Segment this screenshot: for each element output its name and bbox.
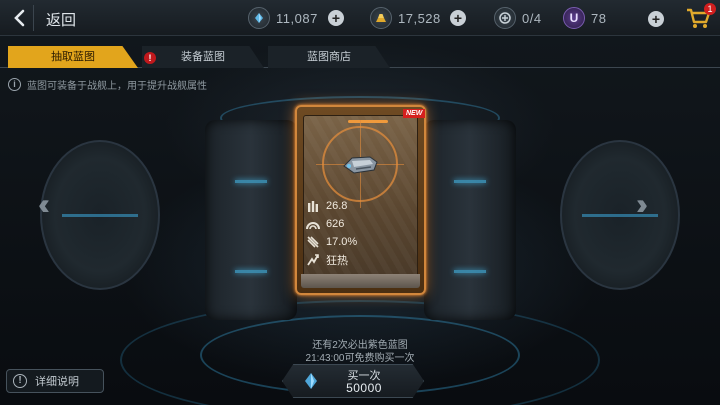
crystal-icon <box>305 373 317 389</box>
tab-bar: 抽取蓝图 装备蓝图 蓝图商店 <box>0 46 720 68</box>
u-currency: U 78 <box>563 6 643 30</box>
card-top-strip <box>348 120 388 123</box>
right-pillar <box>424 120 516 320</box>
ammo-icon <box>306 199 320 213</box>
gold-value: 17,528 <box>398 10 441 26</box>
stat-attack: 26.8 <box>306 198 347 214</box>
buy-once-price: 50000 <box>346 381 382 395</box>
crystal-icon <box>248 7 270 29</box>
question-icon: ! <box>13 374 27 388</box>
tab-blueprint-shop[interactable]: 蓝图商店 <box>268 46 390 68</box>
info-text: 蓝图可装备于战舰上，用于提升战舰属性 <box>27 80 207 92</box>
shield-arc-icon <box>306 217 320 231</box>
blueprint-slots-value: 0/4 <box>522 10 542 26</box>
info-row: i 蓝图可装备于战舰上，用于提升战舰属性 <box>8 77 207 92</box>
gold-resource: 17,528 + <box>370 6 466 30</box>
u-currency-add-button[interactable]: + <box>648 11 664 27</box>
top-bar: 返回 11,087 + 17,528 + 0/4 U 78 + 1 <box>0 0 720 36</box>
warship-icon <box>343 156 378 174</box>
free-timer-note: 21:43:00可免费购买一次 <box>305 353 415 364</box>
tab-alert-badge: ! <box>144 52 156 64</box>
left-pillar <box>205 120 297 320</box>
cart-badge: 1 <box>704 3 716 15</box>
previous-arrow-icon[interactable]: ‹‹ <box>38 188 50 222</box>
gold-bar-icon <box>370 7 392 29</box>
tab-equip-blueprint[interactable]: 装备蓝图 <box>142 46 264 68</box>
help-label: 详细说明 <box>35 376 79 388</box>
u-currency-value: 78 <box>591 10 607 26</box>
help-button[interactable]: ! 详细说明 <box>6 369 104 393</box>
stat-defense-value: 626 <box>326 218 345 230</box>
frenzy-icon <box>306 253 320 267</box>
blueprint-icon <box>494 7 516 29</box>
blueprint-slots: 0/4 <box>494 6 562 30</box>
info-icon: i <box>8 77 21 91</box>
back-arrow-icon <box>13 9 24 27</box>
stat-skill: 狂热 <box>306 252 348 268</box>
stat-skill-value: 狂热 <box>326 255 348 267</box>
stat-defense: 626 <box>306 216 344 232</box>
crystal-value: 11,087 <box>276 10 318 26</box>
stat-crit: 17.0% <box>306 234 357 250</box>
stat-crit-value: 17.0% <box>326 236 358 248</box>
next-arrow-icon[interactable]: ›› <box>636 188 648 222</box>
stat-attack-value: 26.8 <box>326 200 348 212</box>
tab-draw-blueprint[interactable]: 抽取蓝图 <box>8 46 138 68</box>
back-button[interactable] <box>4 5 34 31</box>
right-machine <box>560 140 680 290</box>
gold-add-button[interactable]: + <box>450 10 466 26</box>
new-badge: NEW <box>403 109 426 118</box>
u-coin-icon: U <box>563 7 585 29</box>
crystal-add-button[interactable]: + <box>328 10 344 26</box>
left-machine <box>40 140 160 290</box>
missile-icon <box>306 235 320 249</box>
back-label[interactable]: 返回 <box>46 9 76 30</box>
card-bottom-plate <box>301 274 420 288</box>
crystal-resource: 11,087 + <box>248 6 344 30</box>
